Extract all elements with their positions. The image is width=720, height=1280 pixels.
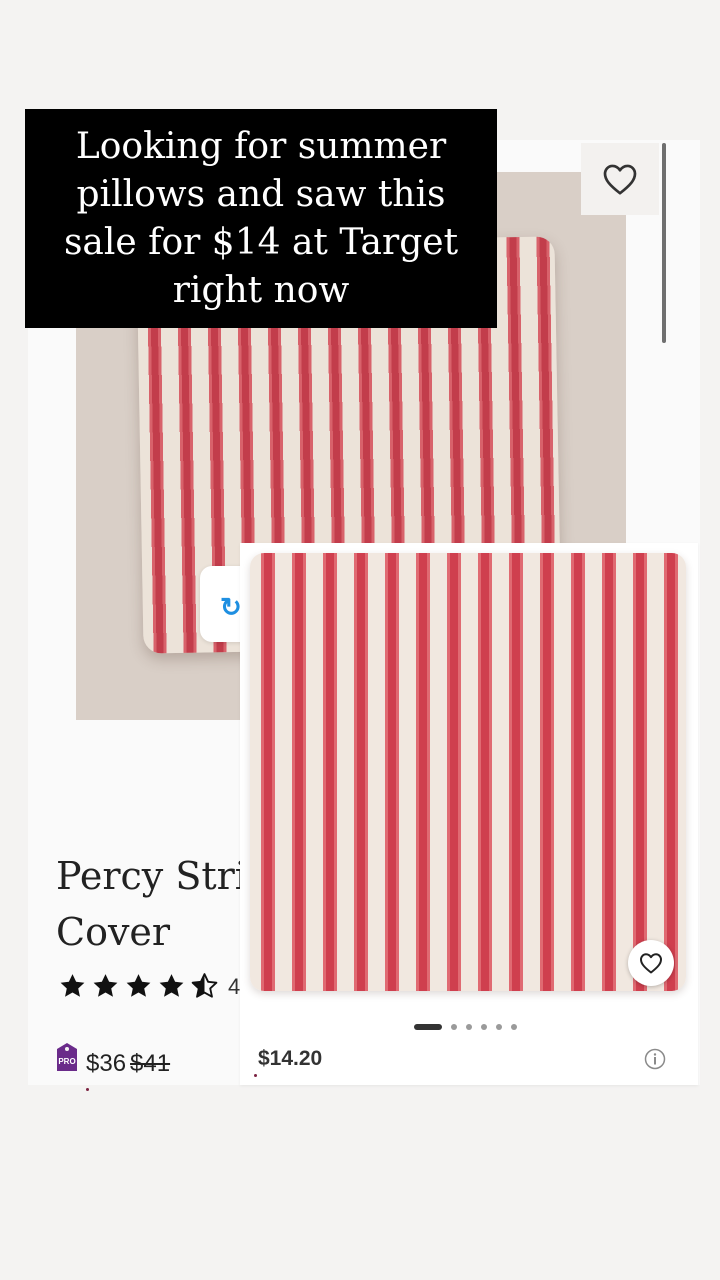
- star-half-icon: [191, 973, 218, 998]
- product-title-line-1: Percy Strip: [56, 854, 246, 898]
- rating-stars: [58, 972, 219, 1000]
- carousel-dot[interactable]: [451, 1024, 457, 1030]
- product-title: Percy Strip Cover: [56, 848, 246, 960]
- decorative-dot: [86, 1088, 89, 1091]
- scrollbar[interactable]: [662, 143, 666, 343]
- favorite-button[interactable]: [628, 940, 674, 986]
- product-title-line-2: Cover: [56, 910, 171, 954]
- carousel-indicator[interactable]: [414, 1024, 517, 1030]
- info-icon[interactable]: [644, 1048, 666, 1070]
- carousel-dot[interactable]: [496, 1024, 502, 1030]
- pro-badge-icon: PRO: [57, 1043, 77, 1071]
- star-full-icon: [126, 974, 151, 997]
- refresh-icon: ↻: [220, 592, 242, 622]
- star-full-icon: [159, 974, 184, 997]
- rating-count: 4: [228, 974, 241, 999]
- caption-text: Looking for summer pillows and saw this …: [25, 109, 497, 328]
- svg-text:PRO: PRO: [58, 1057, 75, 1066]
- heart-outline-icon: [640, 953, 662, 974]
- carousel-dot[interactable]: [481, 1024, 487, 1030]
- product-price: $14.20: [258, 1047, 323, 1070]
- striped-pillow-image[interactable]: [250, 553, 686, 991]
- favorite-button[interactable]: [581, 143, 659, 215]
- sale-price: $36 $41: [86, 1050, 170, 1078]
- decorative-dot: [254, 1074, 257, 1077]
- original-price: $41: [130, 1050, 171, 1077]
- current-price: $36: [86, 1050, 127, 1077]
- star-full-icon: [93, 974, 118, 997]
- carousel-dot[interactable]: [466, 1024, 472, 1030]
- heart-outline-icon: [603, 164, 637, 195]
- carousel-dot[interactable]: [511, 1024, 517, 1030]
- star-full-icon: [60, 974, 85, 997]
- carousel-dot[interactable]: [414, 1024, 442, 1030]
